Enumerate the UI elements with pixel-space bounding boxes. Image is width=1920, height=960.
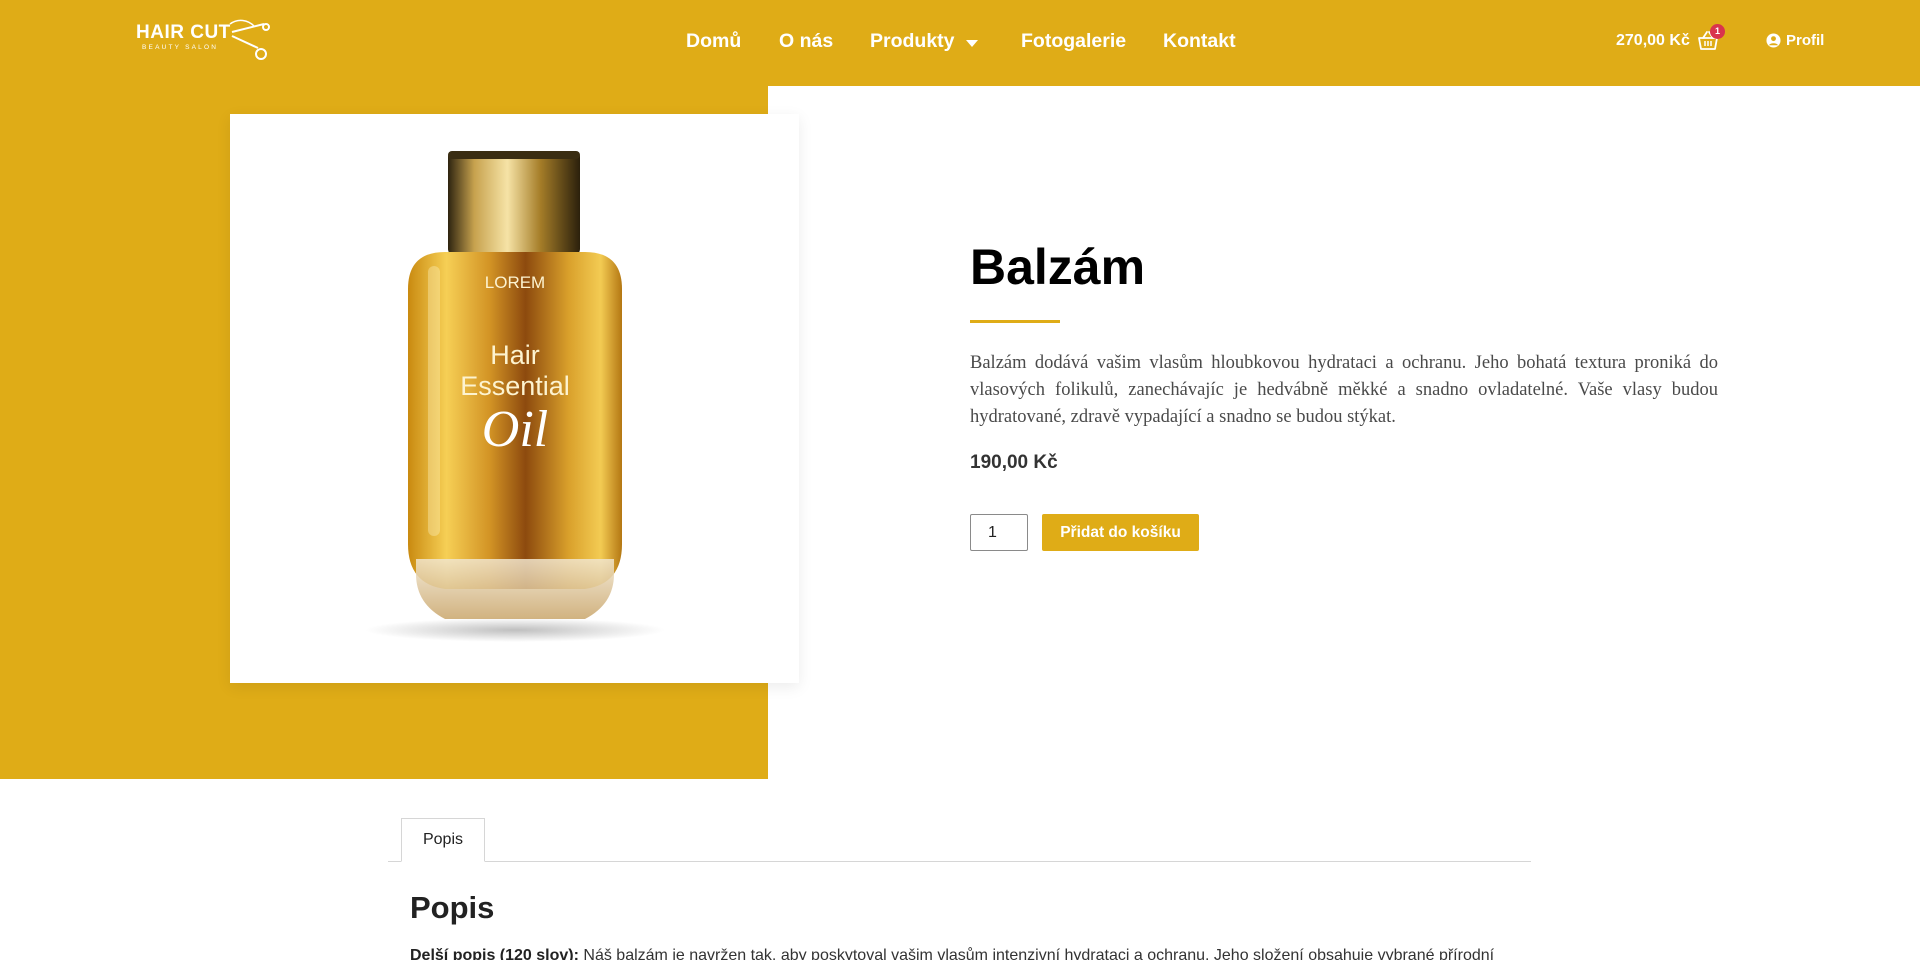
logo-subtext: BEAUTY SALON [142,44,219,51]
tabs-divider [388,861,1531,862]
long-description-label: Delší popis (120 slov): [410,947,579,960]
scissors-icon [229,19,270,60]
bottle-label-line3: Oil [482,401,548,458]
long-description-text: Náš balzám je navržen tak, aby poskytova… [583,947,1495,960]
tab-popis[interactable]: Popis [401,818,485,862]
site-logo[interactable]: HAIR CUT BEAUTY SALON [136,19,270,68]
profile-link[interactable]: Profil [1766,32,1824,49]
nav-item-fotogalerie[interactable]: Fotogalerie [1021,30,1126,53]
cart-total[interactable]: 270,00 Kč [1616,32,1690,54]
bottle-label-line2: Essential [460,371,570,401]
chevron-down-icon[interactable] [966,40,978,47]
nav-item-o-nas[interactable]: O nás [779,30,833,53]
product-image: LOREM Hair Essential Oil [365,151,665,642]
quantity-input[interactable] [970,514,1028,551]
product-title: Balzám [970,239,1146,295]
product-image-card[interactable]: LOREM Hair Essential Oil [230,114,799,683]
add-to-cart-button[interactable]: Přidat do košíku [1042,514,1199,551]
product-description: Balzám dodává vašim vlasům hloubkovou hy… [970,353,1718,427]
bottle-label-top: LOREM [485,273,545,292]
bottle-label-line1: Hair [490,340,540,370]
section-heading: Popis [410,890,495,925]
nav-item-produkty[interactable]: Produkty [870,30,955,53]
product-price: 190,00 Kč [970,452,1058,473]
title-divider [970,320,1060,323]
long-description: Delší popis (120 slov): Náš balzám je na… [410,947,1530,960]
nav-item-domu[interactable]: Domů [686,30,741,53]
logo-text: HAIR CUT [136,22,231,43]
site-header: HAIR CUT BEAUTY SALON Domů O nás Produkt… [0,0,1920,86]
cart-count-badge: 1 [1710,24,1725,39]
nav-item-kontakt[interactable]: Kontakt [1163,30,1236,53]
